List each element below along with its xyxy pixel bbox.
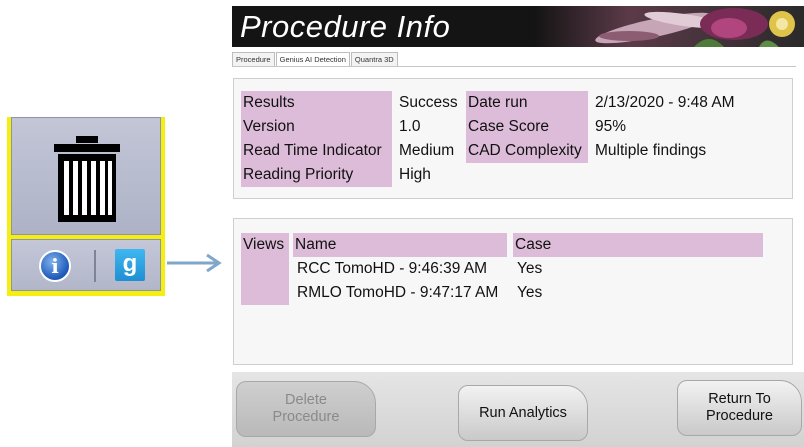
view-case-cell: Yes bbox=[517, 260, 543, 277]
strip-divider bbox=[94, 250, 96, 282]
case-score-value: 95% bbox=[595, 118, 627, 135]
view-case-cell: Yes bbox=[517, 284, 543, 301]
version-value: 1.0 bbox=[399, 118, 421, 135]
version-label: Version bbox=[241, 115, 392, 139]
delete-tool-button[interactable] bbox=[11, 117, 161, 235]
reading-priority-label: Reading Priority bbox=[241, 163, 392, 187]
view-name-cell: RMLO TomoHD - 9:47:17 AM bbox=[297, 284, 499, 301]
footer-bar: Delete Procedure Run Analytics Return To… bbox=[232, 372, 804, 447]
view-name-cell: RCC TomoHD - 9:46:39 AM bbox=[297, 260, 488, 277]
page-title: Procedure Info bbox=[240, 9, 451, 44]
views-label: Views bbox=[241, 233, 289, 305]
tab-divider bbox=[232, 66, 796, 67]
cad-complexity-value: Multiple findings bbox=[595, 142, 707, 159]
dialog-header: Procedure Info bbox=[232, 6, 804, 47]
delete-procedure-button[interactable]: Delete Procedure bbox=[236, 381, 376, 437]
cad-complexity-label: CAD Complexity bbox=[466, 139, 588, 163]
genius-ai-icon[interactable]: g bbox=[115, 249, 145, 281]
views-panel: Views Name Case RCC TomoHD - 9:46:39 AM … bbox=[233, 218, 793, 365]
summary-panel: Results Success Version 1.0 Read Time In… bbox=[233, 78, 793, 199]
tab-procedure[interactable]: Procedure bbox=[232, 52, 275, 67]
tab-genius-ai-detection[interactable]: Genius AI Detection bbox=[275, 52, 350, 67]
tab-quantra-3d[interactable]: Quantra 3D bbox=[350, 52, 398, 67]
arrow-right-icon bbox=[167, 253, 222, 273]
tool-panel-highlight: i g bbox=[7, 117, 165, 296]
date-run-label: Date run bbox=[466, 91, 588, 115]
flower-banner-image bbox=[534, 6, 804, 47]
results-label: Results bbox=[241, 91, 392, 115]
case-score-label: Case Score bbox=[466, 115, 588, 139]
tab-bar: Procedure Genius AI Detection Quantra 3D bbox=[232, 52, 399, 67]
return-to-procedure-button[interactable]: Return To Procedure bbox=[677, 380, 802, 436]
name-column-header: Name bbox=[293, 233, 507, 257]
run-analytics-button[interactable]: Run Analytics bbox=[458, 385, 588, 441]
read-time-value: Medium bbox=[399, 142, 455, 159]
info-icon[interactable]: i bbox=[39, 250, 71, 282]
read-time-label: Read Time Indicator bbox=[241, 139, 392, 163]
date-run-value: 2/13/2020 - 9:48 AM bbox=[595, 94, 735, 111]
results-value: Success bbox=[399, 94, 458, 111]
reading-priority-value: High bbox=[399, 166, 431, 183]
case-column-header: Case bbox=[513, 233, 763, 257]
icon-strip: i g bbox=[11, 239, 161, 291]
trash-icon bbox=[52, 134, 122, 224]
